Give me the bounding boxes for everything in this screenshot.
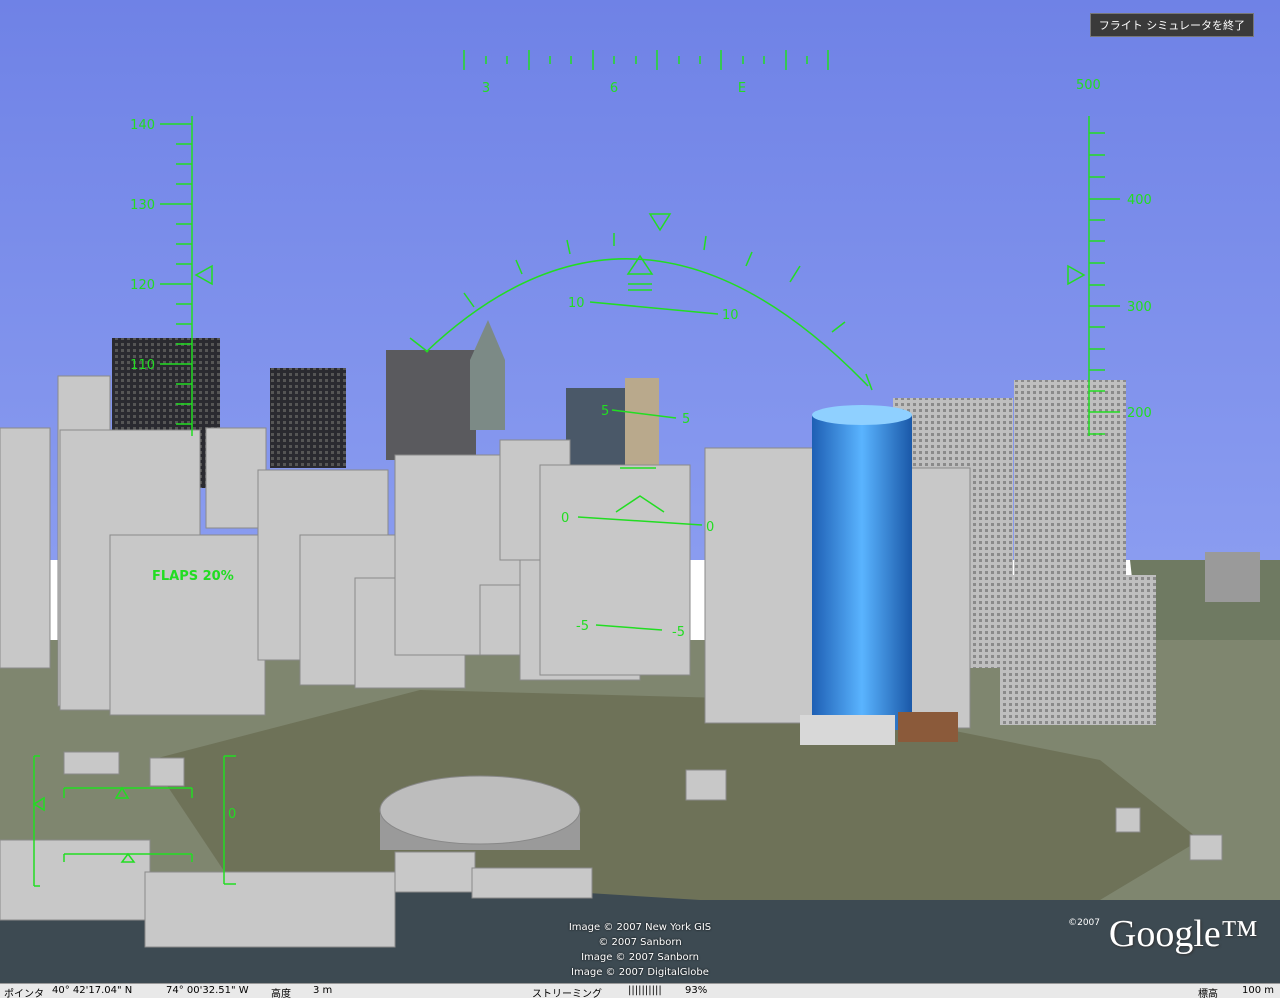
- building: [1205, 552, 1260, 602]
- streaming-label: ストリーミング: [532, 989, 602, 998]
- logo-copyright: ©2007: [1068, 918, 1100, 928]
- pointer-longitude: 74° 00'32.51" W: [166, 985, 249, 996]
- flight-simulator-view[interactable]: 3 6 E 140 130 120 110 500 400 300 200 10…: [0, 0, 1280, 998]
- heading-label: E: [738, 81, 746, 96]
- eye-altitude-label: 標高: [1198, 989, 1218, 998]
- exit-flight-simulator-button[interactable]: フライト シミュレータを終了: [1089, 13, 1254, 37]
- building: [625, 378, 659, 468]
- status-bar: ポインタ 40° 42'17.04" N 74° 00'32.51" W 高度 …: [0, 983, 1280, 998]
- elevation-value: 3 m: [313, 985, 333, 996]
- google-logo: Google™: [1108, 913, 1258, 955]
- copyright-line: Image © 2007 New York GIS: [568, 922, 712, 933]
- heading-label: 3: [482, 81, 490, 96]
- pitch-label-right: 5: [682, 412, 690, 427]
- copyright-line: © 2007 Sanborn: [598, 937, 682, 948]
- building: [566, 388, 628, 468]
- pitch-label-right: 10: [722, 308, 739, 323]
- elevation-label: 高度: [271, 989, 291, 998]
- heading-label: 6: [610, 81, 618, 96]
- trim-label: 0: [228, 807, 236, 822]
- altitude-label: 300: [1127, 300, 1152, 315]
- round-structure-top: [379, 775, 581, 845]
- airspeed-label: 120: [130, 278, 155, 293]
- pitch-label-left: 0: [561, 511, 569, 526]
- blue-tower: [812, 415, 912, 730]
- pointer-label: ポインタ: [4, 989, 44, 998]
- airspeed-label: 140: [130, 118, 155, 133]
- flaps-indicator: FLAPS 20%: [152, 569, 234, 584]
- airspeed-label: 110: [130, 358, 155, 373]
- pitch-label-right: 0: [706, 520, 714, 535]
- altitude-label: 200: [1127, 406, 1152, 421]
- pitch-label-left: 10: [568, 296, 585, 311]
- blue-tower-base: [800, 715, 895, 745]
- pitch-label-left: -5: [576, 619, 589, 634]
- pitch-label-right: -5: [672, 625, 685, 640]
- brick-building: [898, 712, 958, 742]
- imagery-copyright: Image © 2007 New York GIS © 2007 Sanborn…: [560, 920, 720, 980]
- building: [386, 350, 476, 460]
- streaming-progress: ||||||||||: [628, 985, 662, 996]
- scene-svg: 3 6 E 140 130 120 110 500 400 300 200 10…: [0, 0, 1280, 983]
- eye-altitude-value: 100 m: [1242, 985, 1275, 996]
- altitude-label: 400: [1127, 193, 1152, 208]
- streaming-percent: 93%: [685, 985, 708, 996]
- blue-tower-top: [812, 405, 912, 425]
- copyright-line: Image © 2007 DigitalGlobe: [571, 967, 709, 978]
- pitch-label-left: 5: [601, 404, 609, 419]
- building: [1000, 575, 1156, 725]
- airspeed-label: 130: [130, 198, 155, 213]
- copyright-line: Image © 2007 Sanborn: [581, 952, 699, 963]
- building: [270, 368, 346, 468]
- pointer-latitude: 40° 42'17.04" N: [52, 985, 133, 996]
- altitude-label: 500: [1076, 78, 1101, 93]
